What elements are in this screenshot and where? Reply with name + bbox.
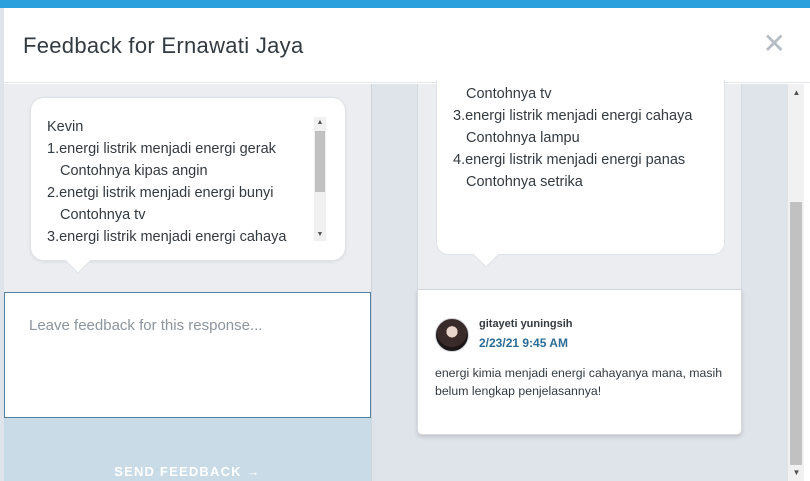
response-scrollbar[interactable]: ▲ ▼	[314, 117, 326, 241]
feedback-modal: Feedback for Ernawati Jaya ✕ Kevin 1.ene…	[4, 8, 810, 481]
response-line: Contohnya kipas angin	[60, 163, 208, 179]
modal-title: Feedback for Ernawati Jaya	[23, 33, 304, 58]
comment-text: energi kimia menjadi energi cahayanya ma…	[435, 366, 723, 398]
previous-response-bubble: Contohnya tv 3.energi listrik menjadi en…	[436, 80, 725, 268]
scroll-thumb[interactable]	[790, 202, 802, 465]
close-icon[interactable]: ✕	[763, 30, 786, 58]
comment-timestamp: 2/23/21 9:45 AM	[479, 336, 568, 350]
arrow-right-icon: →	[246, 464, 261, 479]
response-line: Contohnya lampu	[466, 130, 580, 146]
previous-response-text: Contohnya tv 3.energi listrik menjadi en…	[453, 83, 718, 193]
scroll-up-icon[interactable]: ▲	[314, 117, 326, 129]
response-line: Kevin	[47, 119, 84, 135]
response-text[interactable]: Kevin 1.energi listrik menjadi energi ge…	[47, 116, 312, 246]
response-line: Contohnya setrika	[466, 174, 583, 190]
comment-card: gitayeti yuningsih 2/23/21 9:45 AM energ…	[417, 290, 742, 435]
response-line: 4.energi listrik menjadi energi panas	[453, 152, 686, 168]
scroll-thumb[interactable]	[315, 131, 325, 192]
bubble-tail	[65, 248, 91, 274]
feedback-input[interactable]	[29, 317, 349, 334]
scroll-down-icon[interactable]: ▼	[788, 464, 805, 481]
previous-response-card: Contohnya tv 3.energi listrik menjadi en…	[417, 80, 742, 290]
response-line: Contohnya tv	[466, 86, 552, 102]
response-line: Contohnya tv	[60, 207, 146, 223]
bubble-tail	[473, 242, 499, 268]
feedback-box	[4, 292, 371, 418]
response-line: 2.enetgi listrik menjadi energi bunyi	[47, 185, 274, 201]
response-line: 1.energi listrik menjadi energi gerak	[47, 141, 276, 157]
main-scrollbar[interactable]: ▲ ▼	[787, 84, 804, 481]
top-accent-bar	[0, 0, 810, 8]
avatar	[435, 318, 469, 352]
send-feedback-text: SEND FEEDBACK	[114, 464, 242, 479]
comment-author: gitayeti yuningsih	[479, 318, 573, 330]
modal-header: Feedback for Ernawati Jaya ✕	[4, 8, 810, 83]
response-line: 3.energi listrik menjadi energi cahaya	[453, 108, 693, 124]
send-feedback-button[interactable]: SEND FEEDBACK →	[4, 418, 371, 481]
response-column: Kevin 1.energi listrik menjadi energi ge…	[4, 84, 371, 481]
response-bubble: Kevin 1.energi listrik menjadi energi ge…	[30, 97, 346, 274]
scroll-up-icon[interactable]: ▲	[788, 84, 805, 101]
response-line: 3.energi listrik menjadi energi cahaya	[47, 229, 287, 245]
scroll-down-icon[interactable]: ▼	[314, 229, 326, 241]
send-feedback-label: SEND FEEDBACK →	[114, 441, 261, 479]
comments-column: Contohnya tv 3.energi listrik menjadi en…	[371, 80, 791, 481]
